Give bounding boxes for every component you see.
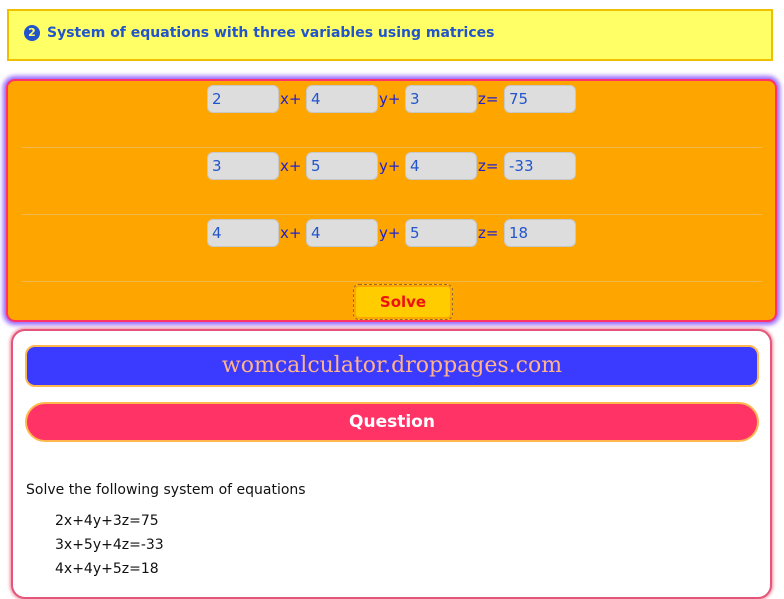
result-card: womcalculator.droppages.com Question Sol…: [11, 329, 772, 599]
equation-row-2: x+ y+ z=: [22, 148, 762, 215]
equation-row-3: x+ y+ z=: [22, 215, 762, 282]
question-heading: Question: [25, 402, 759, 442]
y-label: y+: [379, 224, 401, 242]
equation-3-z-coefficient[interactable]: [405, 219, 477, 247]
equation-1-z-coefficient[interactable]: [405, 85, 477, 113]
section-title: 2 System of equations with three variabl…: [24, 25, 494, 41]
y-label: y+: [379, 90, 401, 108]
question-equation-3: 4x+4y+5z=18: [55, 561, 159, 577]
section-number-icon: 2: [24, 25, 40, 41]
section-header: 2 System of equations with three variabl…: [7, 9, 773, 61]
equation-1-y-coefficient[interactable]: [306, 85, 378, 113]
z-label: z=: [478, 90, 499, 108]
question-equation-2: 3x+5y+4z=-33: [55, 537, 164, 553]
question-equations: 2x+4y+3z=75 3x+5y+4z=-33 4x+4y+5z=18: [55, 509, 164, 581]
equation-3-constant[interactable]: [504, 219, 576, 247]
x-label: x+: [280, 224, 302, 242]
equation-3-x-coefficient[interactable]: [207, 219, 279, 247]
equation-2-constant[interactable]: [504, 152, 576, 180]
site-banner: womcalculator.droppages.com: [25, 345, 759, 387]
z-label: z=: [478, 157, 499, 175]
question-equation-1: 2x+4y+3z=75: [55, 513, 159, 529]
solve-button[interactable]: Solve: [353, 284, 453, 320]
section-title-text: System of equations with three variables…: [47, 25, 495, 41]
equation-2-y-coefficient[interactable]: [306, 152, 378, 180]
equation-1-constant[interactable]: [504, 85, 576, 113]
y-label: y+: [379, 157, 401, 175]
z-label: z=: [478, 224, 499, 242]
x-label: x+: [280, 157, 302, 175]
x-label: x+: [280, 90, 302, 108]
question-text: Solve the following system of equations: [26, 482, 306, 498]
equation-input-panel: x+ y+ z= x+ y+ z= x+ y+ z= Solve: [6, 79, 777, 322]
equation-3-y-coefficient[interactable]: [306, 219, 378, 247]
equation-2-x-coefficient[interactable]: [207, 152, 279, 180]
equation-1-x-coefficient[interactable]: [207, 85, 279, 113]
equation-row-1: x+ y+ z=: [22, 81, 762, 148]
equation-2-z-coefficient[interactable]: [405, 152, 477, 180]
